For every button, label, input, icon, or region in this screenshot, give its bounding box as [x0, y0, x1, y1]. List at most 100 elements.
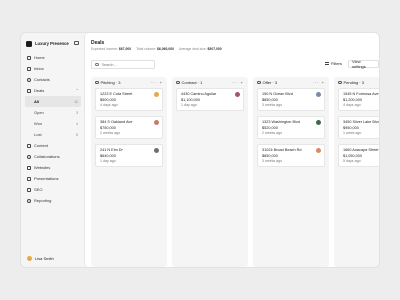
column-header: Contract · 1 ··· + [172, 77, 248, 88]
search-box[interactable] [91, 60, 155, 69]
sidebar-item-label: Collaborations [34, 154, 60, 159]
deal-card[interactable]: 384 S Oakland Ave $750,000 2 weeks ago [95, 116, 163, 139]
deal-time: 5 days ago [343, 159, 361, 163]
sidebar-item-collaborations[interactable]: Collaborations [25, 151, 81, 162]
sidebar-item-home[interactable]: Home [25, 52, 81, 63]
deal-price: $640,000 [100, 153, 116, 158]
deal-card[interactable]: 1323 Washington Blvd $520,000 2 weeks ago [257, 116, 325, 139]
sidebar-item-seo[interactable]: SEO [25, 184, 81, 195]
sidebar-item-deals[interactable]: Deals ⌃ [25, 85, 81, 96]
deal-price: $1,050,000 [343, 153, 363, 158]
deal-price: $850,000 [262, 97, 278, 102]
column-header: Pending · 3··· + [334, 77, 379, 88]
sidebar-item-label: Content [34, 143, 49, 148]
avatar [154, 92, 159, 97]
metric-label: Average deal size: [178, 47, 207, 51]
avatar [27, 256, 32, 261]
sidebar-item-label: Presentations [34, 176, 59, 181]
filter-icon [325, 62, 329, 65]
app-window: Luxury Presence Home Inbox Contacts Deal… [20, 32, 380, 268]
user-profile[interactable]: Lisa Smith [27, 256, 54, 261]
avatar [316, 148, 321, 153]
deal-card[interactable]: 31024 Broad Beach Rd $850,000 3 weeks ago [257, 144, 325, 167]
sidebar-item-websites[interactable]: Websites [25, 162, 81, 173]
deal-card[interactable]: 1223 E Cota Street $500,000 4 days ago [95, 88, 163, 111]
home-icon [27, 55, 31, 60]
seo-icon [27, 187, 31, 192]
main-panel: Deals Expected income: $67,000 Total vol… [84, 33, 379, 267]
deal-address: 241 N Elm Dr [100, 148, 123, 152]
column-title: Pending · 3 [343, 80, 364, 85]
websites-icon [27, 165, 31, 170]
deal-address: 1223 E Cota Street [100, 92, 133, 96]
sidebar-subitem-lost[interactable]: Lost 5 [25, 129, 81, 140]
filters-label: Filters [331, 61, 342, 66]
search-input[interactable] [101, 62, 152, 67]
column-actions[interactable]: ··· + [232, 80, 244, 85]
deal-time: 1 week ago [343, 131, 362, 135]
kanban-column: Pitching · 3 ··· + 1223 E Cota Street $500,… [91, 77, 167, 267]
deal-address: 1660 Anacapa Street [343, 148, 379, 152]
column-actions[interactable]: ··· + [313, 80, 325, 85]
sidebar-subitem-all[interactable]: All 12 [25, 96, 81, 107]
sidebar-item-contacts[interactable]: Contacts [25, 74, 81, 85]
collapse-sidebar-icon[interactable] [74, 41, 79, 45]
page-title: Deals [91, 40, 105, 46]
status-icon [95, 80, 99, 85]
avatar [316, 92, 321, 97]
deal-time: 3 weeks ago [262, 159, 283, 163]
subitem-label: Lost [34, 132, 42, 137]
deal-price: $500,000 [100, 97, 116, 102]
deal-card[interactable]: 3450 Silver Lake Blvd $950,000 1 week ago [338, 116, 379, 139]
avatar [154, 120, 159, 125]
sidebar-item-content[interactable]: Content [25, 140, 81, 151]
deal-card[interactable]: 150 N Ocean Blvd $850,000 3 weeks ago [257, 88, 325, 111]
subitem-label: Won [34, 121, 43, 126]
sidebar-item-label: Inbox [34, 66, 44, 71]
deal-card[interactable]: 241 N Elm Dr $640,000 1 day ago [95, 144, 163, 167]
kanban-column: Offer · 3 ··· +150 N Ocean Blvd $850,000 3 … [253, 77, 329, 267]
subitem-count: 4 [76, 121, 78, 126]
deal-address: 1545 N Formosa Ave [343, 92, 379, 96]
sidebar-item-reporting[interactable]: Reporting [25, 195, 81, 206]
deal-price: $520,000 [262, 125, 278, 130]
deal-address: 4430 Camino Aguilar [181, 92, 217, 96]
metric-value: $67,000 [118, 47, 132, 51]
metric-value: $6,060,000 [157, 47, 174, 51]
status-icon [257, 80, 261, 85]
sidebar-item-inbox[interactable]: Inbox [25, 63, 81, 74]
deal-price: $1,200,000 [343, 97, 363, 102]
view-settings-button[interactable]: View settings [348, 59, 379, 69]
collaborations-icon [27, 154, 31, 159]
deal-card[interactable]: 1545 N Formosa Ave $1,200,000 4 days ago [338, 88, 379, 111]
deal-address: 1323 Washington Blvd [262, 120, 300, 124]
deal-price: $950,000 [343, 125, 359, 130]
subitem-label: Open [34, 110, 44, 115]
column-header: Pitching · 3 ··· + [91, 77, 167, 88]
filters-button[interactable]: Filters [325, 61, 342, 66]
content-icon [27, 143, 31, 148]
avatar [316, 120, 321, 125]
kanban-board: Pitching · 3 ··· + 1223 E Cota Street $500,… [91, 77, 379, 267]
metric-label: Expected income: [91, 47, 118, 51]
sidebar-subitem-won[interactable]: Won 4 [25, 118, 81, 129]
kanban-column: Pending · 3··· +1545 N Formosa Ave$1,200… [334, 77, 379, 267]
sidebar-item-label: Contacts [34, 77, 50, 82]
contacts-icon [27, 77, 31, 82]
sidebar-nav: Home Inbox Contacts Deals ⌃ All 12 Open 3 W… [25, 52, 81, 206]
deal-card[interactable]: 1660 Anacapa Street $1,050,000 5 days ago [338, 144, 379, 167]
column-actions[interactable]: ··· + [151, 80, 163, 85]
reporting-icon [27, 198, 31, 203]
deal-address: 384 S Oakland Ave [100, 120, 133, 124]
deal-address: 3450 Silver Lake Blvd [343, 120, 379, 124]
sidebar-item-presentations[interactable]: Presentations [25, 173, 81, 184]
subitem-label: All [34, 99, 40, 104]
deal-address: 150 N Ocean Blvd [262, 92, 293, 96]
deal-card[interactable]: 4430 Camino Aguilar $1,100,000 1 day ago [176, 88, 244, 111]
column-title: Offer · 3 [262, 80, 278, 85]
sidebar-item-label: Reporting [34, 198, 52, 203]
brand[interactable]: Luxury Presence [26, 39, 81, 48]
deals-submenu: All 12 Open 3 Won 4 Lost 5 [25, 96, 81, 140]
sidebar-subitem-open[interactable]: Open 3 [25, 107, 81, 118]
status-icon [338, 80, 342, 85]
